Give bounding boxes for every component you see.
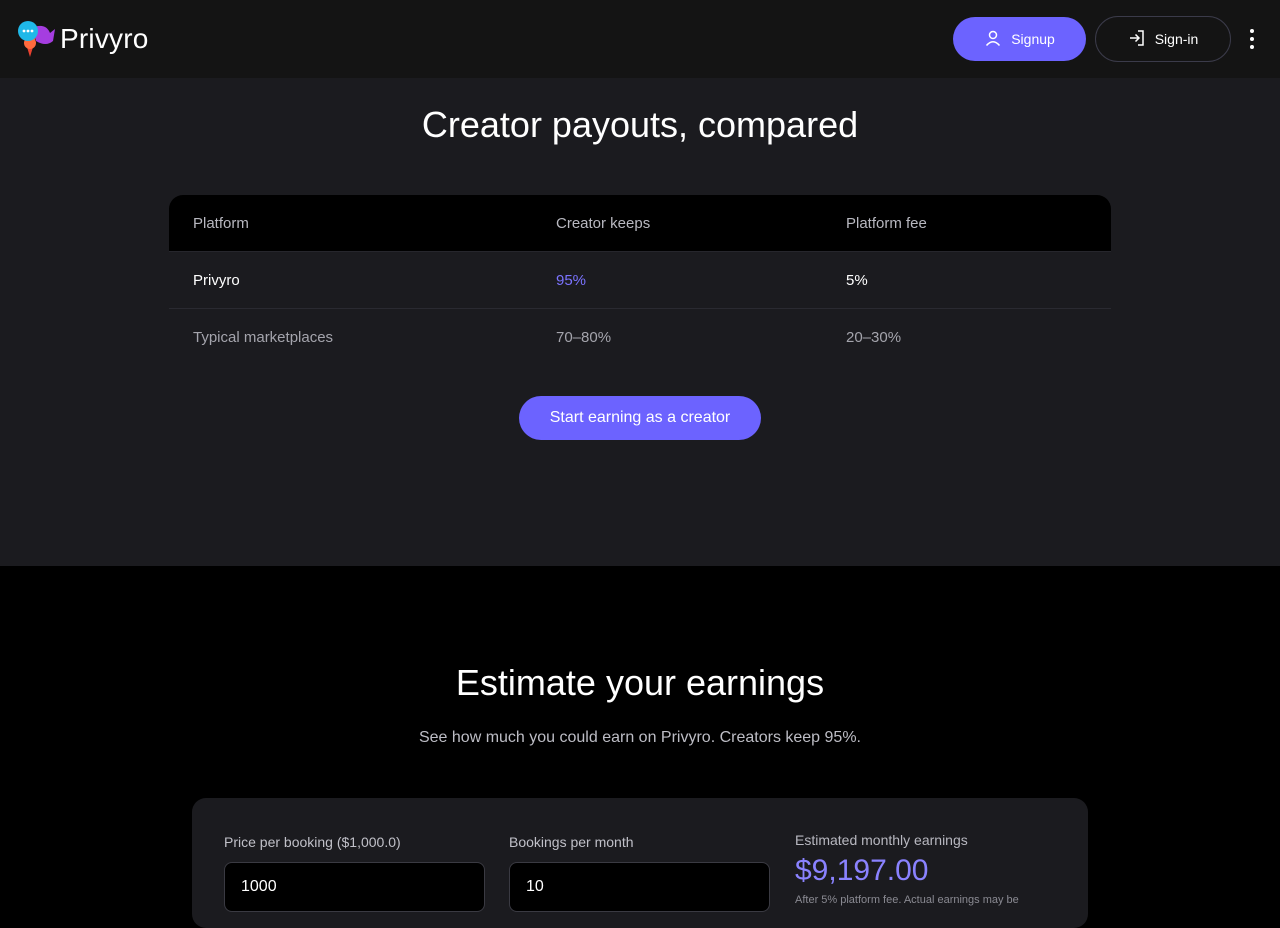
table-header-row: Platform Creator keeps Platform fee xyxy=(169,195,1111,251)
brand-name: Privyro xyxy=(60,23,149,54)
signin-button[interactable]: Sign-in xyxy=(1095,16,1231,62)
result-amount: $9,197.00 xyxy=(795,854,929,887)
payout-comparison-section: Creator payouts, compared Platform Creat… xyxy=(0,78,1280,566)
estimate-subtitle: See how much you could earn on Privyro. … xyxy=(418,729,861,746)
start-earning-button[interactable]: Start earning as a creator xyxy=(519,396,761,440)
bookings-input[interactable] xyxy=(509,862,770,912)
column-header: Creator keeps xyxy=(556,214,651,232)
table-cell: 5% xyxy=(846,271,868,289)
table-row: Typical marketplaces 70–80% 20–30% xyxy=(169,308,1111,365)
signup-label: Signup xyxy=(1011,31,1055,47)
brand[interactable]: Privyro xyxy=(16,19,149,59)
result-note: After 5% platform fee. Actual earnings m… xyxy=(795,894,1019,906)
bookings-label: Bookings per month xyxy=(509,834,634,850)
estimate-title: Estimate your earnings xyxy=(455,662,825,703)
more-menu-icon[interactable] xyxy=(1240,19,1264,59)
result-label: Estimated monthly earnings xyxy=(795,832,968,848)
logo-icon xyxy=(16,19,56,59)
price-field: Price per booking ($1,000.0) xyxy=(224,834,485,912)
table-cell: 70–80% xyxy=(556,328,612,346)
table-row: Privyro 95% 5% xyxy=(169,251,1111,308)
column-header: Platform fee xyxy=(846,214,927,232)
signin-label: Sign-in xyxy=(1154,31,1199,47)
login-icon xyxy=(1128,29,1146,50)
bookings-field: Bookings per month xyxy=(509,834,770,912)
price-label: Price per booking ($1,000.0) xyxy=(224,834,401,850)
price-input[interactable] xyxy=(224,862,485,912)
table-cell: Privyro xyxy=(193,271,240,289)
top-header: Privyro Signup Sign-in xyxy=(0,0,1280,78)
table-cell: 20–30% xyxy=(846,328,902,346)
earnings-calculator: Price per booking ($1,000.0) Bookings pe… xyxy=(192,798,1088,928)
payout-title: Creator payouts, compared xyxy=(421,104,859,145)
signup-button[interactable]: Signup xyxy=(953,17,1086,61)
column-header: Platform xyxy=(193,214,249,232)
table-cell: Typical marketplaces xyxy=(193,328,334,346)
earnings-estimate-section: Estimate your earnings See how much you … xyxy=(0,566,1280,928)
earnings-result: Estimated monthly earnings $9,197.00 Aft… xyxy=(795,832,1055,906)
header-actions: Signup Sign-in xyxy=(953,16,1264,62)
user-icon xyxy=(984,29,1002,50)
table-cell: 95% xyxy=(556,271,587,289)
payout-table: Platform Creator keeps Platform fee Priv… xyxy=(169,195,1111,365)
